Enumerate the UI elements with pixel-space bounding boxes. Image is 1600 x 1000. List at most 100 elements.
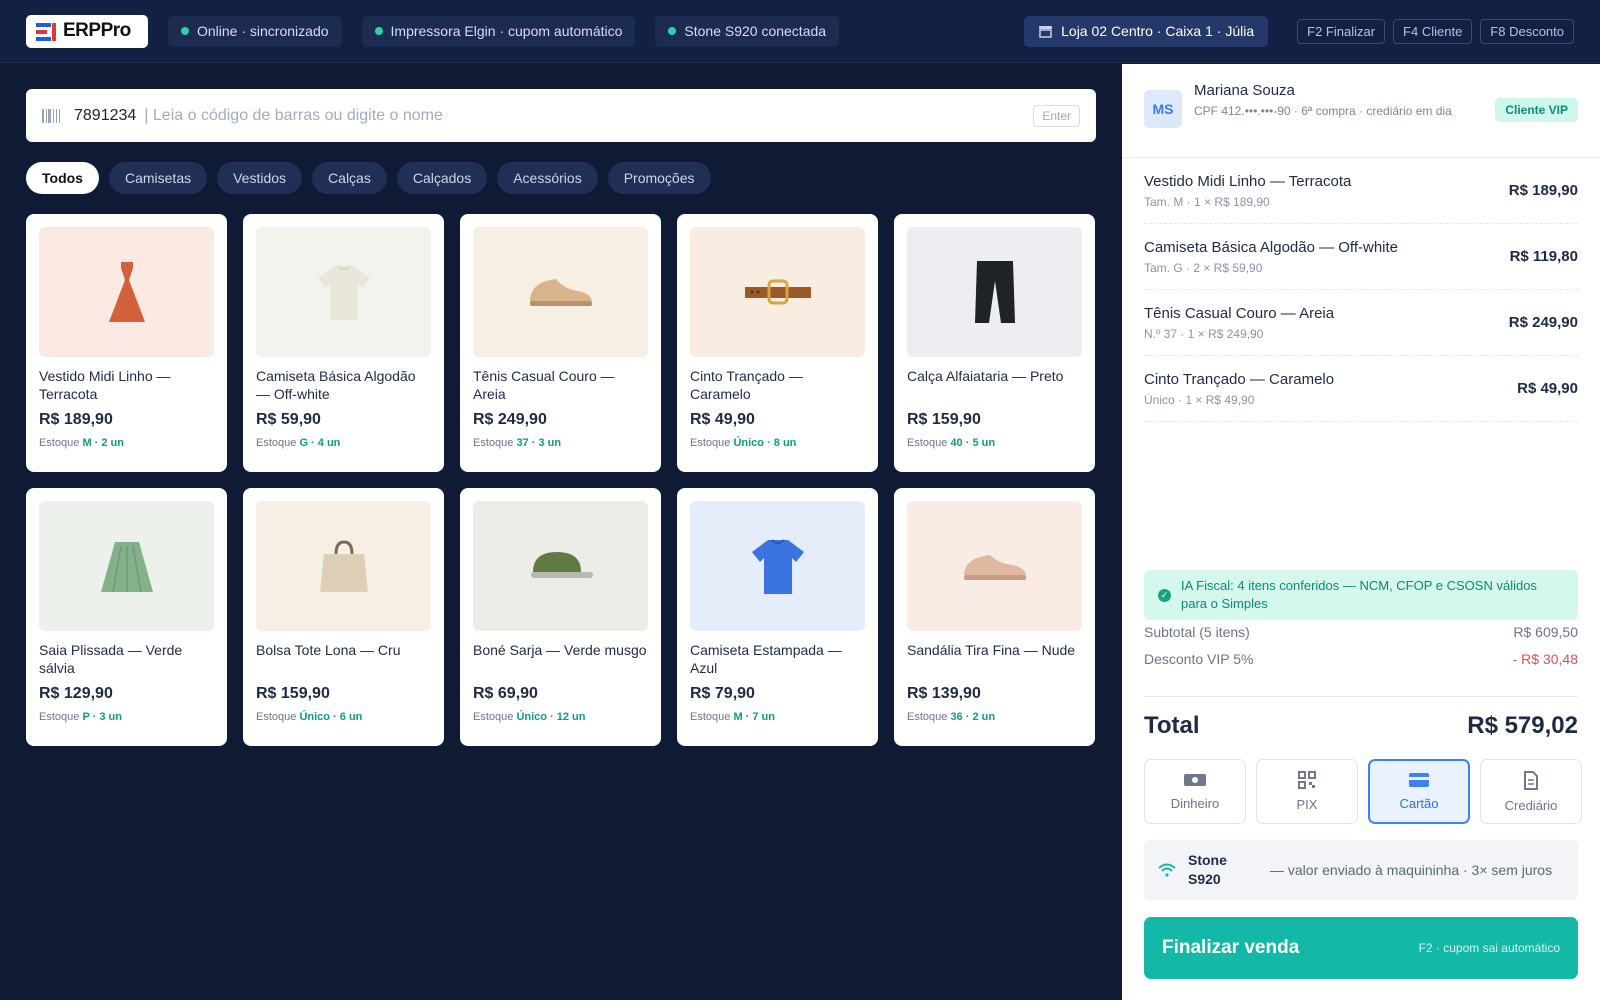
cart-item[interactable]: Vestido Midi Linho — Terracota Tam. M · 1… bbox=[1144, 158, 1578, 224]
product-thumb bbox=[39, 501, 214, 631]
status-label: Impressora Elgin · cupom automático bbox=[390, 23, 623, 39]
product-card[interactable]: Camiseta Básica Algodão — Off-white R$ 5… bbox=[243, 214, 444, 472]
product-search[interactable]: 7891234 | Leia o código de barras ou dig… bbox=[26, 89, 1096, 142]
product-stock: Estoque G · 4 un bbox=[256, 437, 341, 449]
product-thumb bbox=[690, 501, 865, 631]
product-card[interactable]: Bolsa Tote Lona — Cru R$ 159,90 Estoque … bbox=[243, 488, 444, 746]
cash-icon bbox=[1184, 774, 1206, 786]
logo-text: ERPPro bbox=[63, 20, 131, 41]
product-card[interactable]: Camiseta Estampada — Azul R$ 79,90 Estoq… bbox=[677, 488, 878, 746]
cart-item-total: R$ 249,90 bbox=[1508, 314, 1578, 331]
payment-card-button[interactable]: Cartão bbox=[1368, 759, 1470, 824]
payment-label: Dinheiro bbox=[1170, 796, 1220, 811]
logo-icon bbox=[36, 21, 60, 41]
tab-camisetas[interactable]: Camisetas bbox=[108, 162, 208, 194]
product-card[interactable]: Calça Alfaiataria — Preto R$ 159,90 Esto… bbox=[894, 214, 1095, 472]
customer-details: CPF 412.•••.•••-90 · 6ª compra · crediár… bbox=[1194, 104, 1452, 118]
cart-item-total: R$ 119,80 bbox=[1509, 248, 1578, 265]
product-card[interactable]: Sandália Tira Fina — Nude R$ 139,90 Esto… bbox=[894, 488, 1095, 746]
belt-icon bbox=[744, 279, 811, 305]
shortcut-finalize[interactable]: F2 Finalizar bbox=[1297, 18, 1386, 44]
cart-item[interactable]: Camiseta Básica Algodão — Off-white Tam. … bbox=[1144, 224, 1578, 290]
qr-icon bbox=[1298, 771, 1316, 789]
product-stock: Estoque 40 · 5 un bbox=[907, 437, 996, 449]
barcode-icon bbox=[42, 108, 60, 123]
product-thumb bbox=[907, 501, 1082, 631]
product-name: Camiseta Estampada — Azul bbox=[690, 642, 842, 676]
status-label: Stone S920 conectada bbox=[684, 23, 827, 39]
subtotal-label: Subtotal (5 itens) bbox=[1144, 624, 1250, 640]
product-price: R$ 79,90 bbox=[690, 685, 755, 702]
card-icon bbox=[1409, 773, 1429, 787]
customer-header[interactable]: MS Mariana Souza CPF 412.•••.•••-90 · 6ª… bbox=[1122, 64, 1600, 158]
status-dot-icon bbox=[181, 27, 189, 35]
payment-pix-button[interactable]: PIX bbox=[1256, 759, 1358, 824]
pants-icon bbox=[974, 261, 1015, 323]
shortcut-customer[interactable]: F4 Cliente bbox=[1393, 18, 1473, 44]
product-card[interactable]: Cinto Trançado — Caramelo R$ 49,90 Estoq… bbox=[677, 214, 878, 472]
status-terminal: Stone S920 conectada bbox=[655, 15, 840, 47]
product-stock: Estoque M · 7 un bbox=[690, 711, 775, 723]
payment-cash-button[interactable]: Dinheiro bbox=[1144, 759, 1246, 824]
product-stock: Estoque Único · 12 un bbox=[473, 711, 586, 723]
status-dot-icon bbox=[668, 27, 677, 35]
tab-todos[interactable]: Todos bbox=[26, 162, 99, 194]
discount-label: Desconto VIP 5% bbox=[1144, 651, 1254, 667]
card-terminal-status: Stone S920 — valor enviado à maquininha … bbox=[1144, 840, 1578, 900]
product-thumb bbox=[690, 227, 865, 357]
product-card[interactable]: Boné Sarja — Verde musgo R$ 69,90 Estoqu… bbox=[460, 488, 661, 746]
document-icon bbox=[1524, 770, 1538, 790]
search-input[interactable]: 7891234 bbox=[74, 107, 136, 125]
product-card[interactable]: Saia Plissada — Verde sálvia R$ 129,90 E… bbox=[26, 488, 227, 746]
product-price: R$ 139,90 bbox=[907, 685, 981, 702]
subtotal-row: Subtotal (5 itens) R$ 609,50 bbox=[1144, 624, 1578, 640]
product-price: R$ 129,90 bbox=[39, 685, 113, 702]
payment-credit-button[interactable]: Crediário bbox=[1480, 759, 1582, 824]
fiscal-check-text: IA Fiscal: 4 itens conferidos — NCM, CFO… bbox=[1181, 578, 1537, 611]
tshirt-icon bbox=[751, 539, 804, 594]
terminal-name: Stone S920 bbox=[1188, 852, 1227, 887]
product-stock: Estoque M · 2 un bbox=[39, 437, 124, 449]
payment-label: PIX bbox=[1296, 797, 1318, 812]
product-price: R$ 49,90 bbox=[690, 411, 755, 428]
check-icon: ✓ bbox=[1158, 588, 1171, 602]
cap-icon bbox=[530, 552, 593, 578]
cart-item-detail: Único · 1 × R$ 49,90 bbox=[1144, 392, 1255, 407]
discount-row: Desconto VIP 5% - R$ 30,48 bbox=[1144, 651, 1578, 667]
cart-item-name: Camiseta Básica Algodão — Off-white bbox=[1144, 238, 1399, 256]
cart-item[interactable]: Cinto Trançado — Caramelo Único · 1 × R$ … bbox=[1144, 356, 1578, 422]
product-thumb bbox=[473, 501, 648, 631]
product-card[interactable]: Tênis Casual Couro — Areia R$ 249,90 Est… bbox=[460, 214, 661, 472]
tab-promocoes[interactable]: Promoções bbox=[607, 162, 711, 194]
customer-name: Mariana Souza bbox=[1194, 82, 1295, 99]
divider bbox=[1144, 696, 1578, 697]
product-thumb bbox=[256, 501, 431, 631]
status-dot-icon bbox=[374, 27, 383, 35]
product-price: R$ 249,90 bbox=[473, 411, 547, 428]
product-price: R$ 59,90 bbox=[256, 411, 321, 428]
terminal-desc: — valor enviado à maquininha · 3× sem ju… bbox=[1270, 861, 1553, 878]
product-thumb bbox=[39, 227, 214, 357]
enter-key-hint[interactable]: Enter bbox=[1033, 104, 1080, 127]
cart-item[interactable]: Tênis Casual Couro — Areia N.º 37 · 1 × R… bbox=[1144, 290, 1578, 356]
product-stock: Estoque Único · 6 un bbox=[256, 711, 363, 723]
cart-items: Vestido Midi Linho — Terracota Tam. M · 1… bbox=[1122, 158, 1600, 422]
sneaker-icon bbox=[529, 279, 592, 306]
discount-value: - R$ 30,48 bbox=[1512, 651, 1578, 667]
cart-item-detail: N.º 37 · 1 × R$ 249,90 bbox=[1144, 326, 1264, 341]
store-selector[interactable]: Loja 02 Centro · Caixa 1 · Júlia bbox=[1024, 15, 1269, 47]
tab-calcados[interactable]: Calçados bbox=[396, 162, 488, 194]
product-thumb bbox=[907, 227, 1082, 357]
tab-acessorios[interactable]: Acessórios bbox=[497, 162, 598, 194]
product-stock: Estoque 37 · 3 un bbox=[473, 437, 562, 449]
shortcut-discount[interactable]: F8 Desconto bbox=[1480, 18, 1574, 44]
product-price: R$ 69,90 bbox=[473, 685, 538, 702]
tab-calcas[interactable]: Calças bbox=[312, 162, 387, 194]
finalize-sale-button[interactable]: Finalizar venda F2 · cupom sai automátic… bbox=[1144, 917, 1578, 979]
store-label: Loja 02 Centro · Caixa 1 · Júlia bbox=[1061, 23, 1255, 39]
product-name: Tênis Casual Couro — Areia bbox=[473, 368, 615, 402]
cart-item-detail: Tam. M · 1 × R$ 189,90 bbox=[1144, 194, 1270, 209]
avatar: MS bbox=[1144, 90, 1182, 128]
tab-vestidos[interactable]: Vestidos bbox=[217, 162, 303, 194]
product-card[interactable]: Vestido Midi Linho — Terracota R$ 189,90… bbox=[26, 214, 227, 472]
